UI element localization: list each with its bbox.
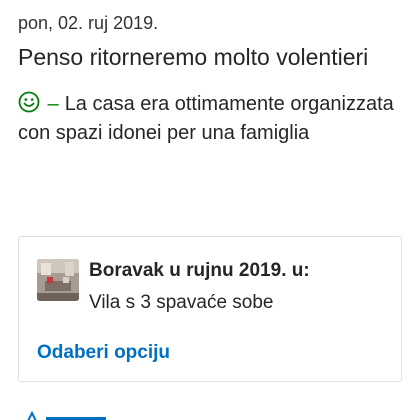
stay-title: Boravak u rujnu 2019. u:: [89, 260, 310, 281]
review: pon, 02. ruj 2019. Penso ritorneremo mol…: [18, 12, 408, 148]
positive-dash: –: [47, 93, 59, 115]
room-name: Vila s 3 spavaće sobe: [89, 292, 274, 313]
stay-info: Boravak u rujnu 2019. u: Vila s 3 spavać…: [89, 259, 310, 315]
stay-card: Boravak u rujnu 2019. u: Vila s 3 spavać…: [18, 236, 402, 382]
review-title: Penso ritorneremo molto volentieri: [18, 44, 369, 70]
select-option-link[interactable]: Odaberi opciju: [37, 341, 170, 365]
helpful-icon[interactable]: [18, 408, 138, 420]
review-positive: – La casa era ottimamente organizzata con…: [18, 90, 408, 148]
room-thumbnail[interactable]: [37, 259, 79, 301]
review-date: pon, 02. ruj 2019.: [18, 13, 159, 33]
smiley-icon: [18, 91, 40, 113]
positive-text: La casa era ottimamente organizzata con …: [18, 93, 394, 144]
